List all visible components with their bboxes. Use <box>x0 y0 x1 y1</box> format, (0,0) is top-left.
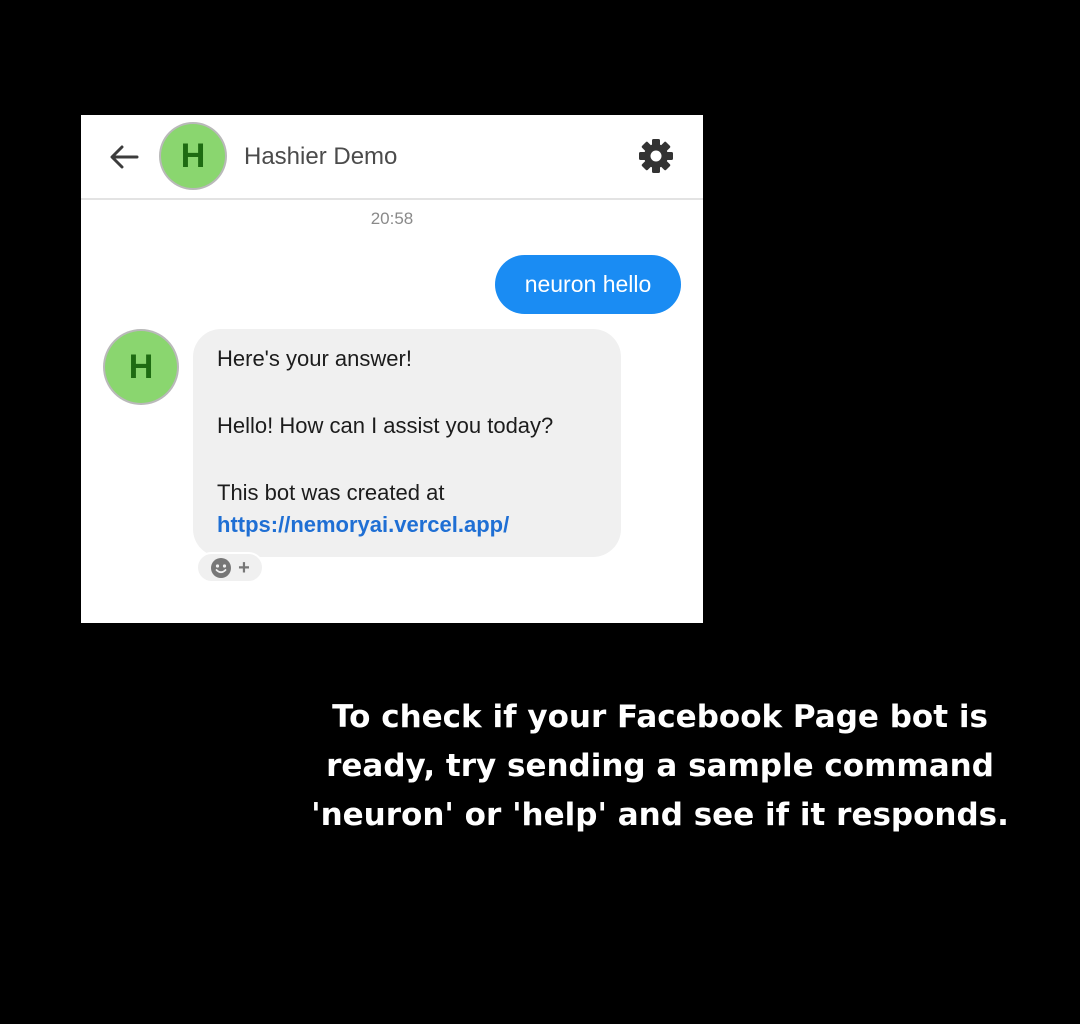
arrow-left-icon[interactable] <box>107 140 141 174</box>
message-line: Here's your answer! <box>217 346 412 371</box>
smiley-add-icon <box>211 557 232 578</box>
gear-icon[interactable] <box>637 137 675 175</box>
chat-header: H Hashier Demo <box>81 115 703 200</box>
caption-text: To check if your Facebook Page bot is re… <box>311 699 1009 833</box>
message-timestamp: 20:58 <box>370 209 414 228</box>
message-line: This bot was created at <box>217 480 445 505</box>
avatar[interactable]: H <box>161 124 225 188</box>
received-message-bubble[interactable]: Here's your answer! Hello! How can I ass… <box>193 329 621 557</box>
add-reaction-button[interactable]: + <box>196 552 264 583</box>
chat-screenshot: H Hashier Demo 20:58 neuron hello H Here… <box>81 115 703 623</box>
page-title[interactable]: Hashier Demo <box>244 142 397 172</box>
reaction-plus: + <box>238 556 250 579</box>
bot-link[interactable]: https://nemoryai.vercel.app/ <box>217 509 597 541</box>
sent-message-bubble[interactable]: neuron hello <box>495 255 681 314</box>
message-line: Hello! How can I assist you today? <box>217 413 554 438</box>
sender-avatar[interactable]: H <box>105 331 177 403</box>
